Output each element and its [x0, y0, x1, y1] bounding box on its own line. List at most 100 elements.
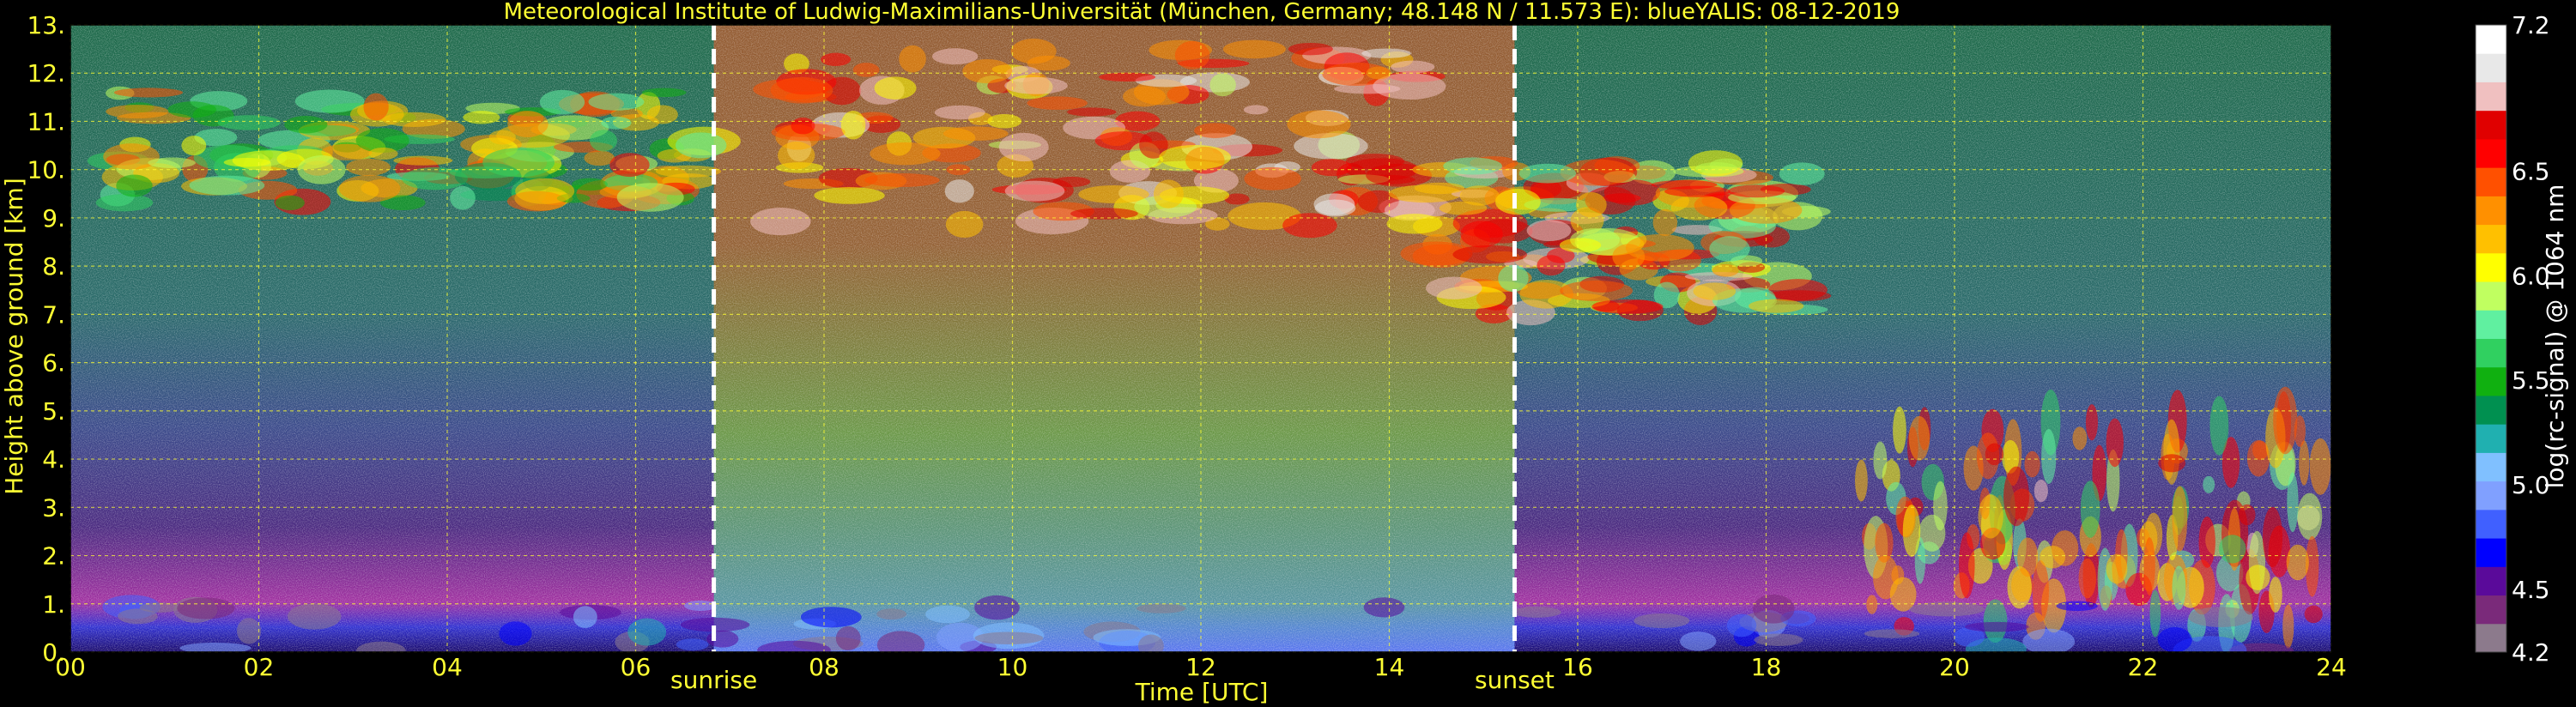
feature-blob [236, 618, 262, 644]
feature-blob [840, 110, 866, 140]
feature-blob [1902, 505, 1921, 557]
colorbar-segment [2476, 452, 2506, 482]
feature-blob [363, 93, 389, 121]
feature-blob [1512, 606, 1561, 618]
feature-blob [2203, 475, 2215, 493]
feature-blob [1779, 162, 1825, 185]
feature-blob [103, 143, 160, 170]
feature-blob [2072, 426, 2088, 450]
x-tick-label: 24 [2316, 653, 2347, 681]
feature-blob [177, 597, 235, 619]
feature-blob [2078, 558, 2097, 599]
feature-blob [852, 63, 880, 77]
x-tick-label: 22 [2128, 653, 2159, 681]
feature-blob [2188, 607, 2254, 628]
feature-blob [1749, 299, 1804, 313]
y-tick-label: 11. [27, 107, 65, 136]
feature-blob [1004, 76, 1068, 94]
colorbar-segment [2476, 138, 2506, 168]
colorbar-segment [2476, 25, 2506, 54]
feature-blob [515, 178, 575, 204]
feature-blob [1243, 105, 1269, 115]
feature-blob [876, 631, 925, 652]
x-tick-label: 08 [809, 653, 839, 681]
feature-blob [2003, 466, 2029, 527]
y-tick-label: 9. [42, 204, 65, 233]
feature-blob [1965, 621, 2029, 632]
feature-blob [874, 76, 917, 100]
x-tick-label: 14 [1374, 653, 1405, 681]
feature-blob [800, 607, 862, 628]
feature-blob [217, 115, 281, 130]
chart-title: Meteorological Institute of Ludwig-Maxim… [504, 0, 1900, 25]
feature-blob [2262, 506, 2283, 568]
feature-blob [2294, 415, 2306, 447]
feature-blob [106, 105, 169, 119]
feature-blob [876, 608, 907, 620]
feature-blob [2158, 454, 2186, 473]
feature-blob [2017, 537, 2039, 577]
colorbar-tick-label: 4.2 [2512, 638, 2550, 667]
x-tick-label: 20 [1939, 653, 1970, 681]
x-tick-label: 18 [1751, 653, 1782, 681]
x-tick-label: 10 [997, 653, 1028, 681]
feature-blob [1244, 166, 1301, 190]
feature-blob [655, 165, 722, 178]
colorbar-label: log(rc-signal) @ 1064 nm [2541, 184, 2569, 489]
feature-blob [1287, 110, 1351, 139]
feature-blob [778, 142, 815, 170]
feature-blob [1855, 459, 1868, 502]
feature-blob [1391, 60, 1435, 74]
feature-blob [2056, 601, 2098, 612]
feature-blob [1459, 185, 1500, 206]
feature-blob [1625, 233, 1694, 262]
colorbar-segment [2476, 281, 2506, 311]
feature-blob [1495, 188, 1541, 215]
feature-blob [1726, 613, 1757, 638]
feature-blob [2198, 517, 2215, 568]
feature-blob [2080, 480, 2100, 538]
y-tick-label: 1. [42, 590, 65, 619]
feature-blob [2024, 450, 2040, 478]
feature-blob [2209, 396, 2229, 456]
feature-blob [1664, 185, 1730, 197]
feature-blob [1136, 603, 1186, 613]
feature-blob [95, 194, 154, 212]
colorbar-segment [2476, 110, 2506, 140]
colorbar-tick-label: 4.5 [2512, 576, 2550, 604]
feature-blob [355, 641, 406, 652]
y-tick-label: 12. [27, 59, 65, 88]
feature-blob [275, 195, 305, 211]
feature-blob [1680, 631, 1717, 651]
feature-blob [1537, 255, 1566, 276]
feature-blob [2041, 429, 2057, 484]
feature-blob [925, 605, 970, 624]
y-tick-label: 5. [42, 397, 65, 426]
feature-blob [676, 638, 709, 651]
feature-blob [2163, 419, 2180, 485]
y-tick-label: 7. [42, 300, 65, 329]
feature-blob [2040, 546, 2066, 569]
y-tick-label: 8. [42, 252, 65, 281]
feature-blob [1209, 73, 1236, 97]
colorbar-segment [2476, 82, 2506, 112]
feature-blob [488, 130, 516, 145]
feature-blob [1560, 280, 1633, 302]
y-tick-label: 13. [27, 11, 65, 39]
feature-blob [2106, 418, 2124, 468]
feature-blob [2022, 628, 2076, 652]
colorbar-tick-label: 7.2 [2512, 11, 2550, 39]
marker-label-sunset: sunset [1475, 666, 1555, 694]
feature-blob [1978, 494, 2003, 539]
feature-blob [1983, 599, 2008, 644]
lidar-quicklook-chart: sunrise sunset 00 02 04 06 08 10 12 14 16 18 20 22 24… [0, 0, 2569, 706]
x-tick-label: 04 [432, 653, 463, 681]
feature-blob [189, 175, 265, 196]
feature-blob [931, 48, 979, 65]
feature-blob [1728, 184, 1785, 198]
y-tick-label: 4. [42, 445, 65, 474]
feature-blob [2273, 386, 2298, 455]
feature-blob [2282, 604, 2294, 649]
feature-blob [1153, 179, 1184, 208]
y-tick-label: 10. [27, 156, 65, 184]
